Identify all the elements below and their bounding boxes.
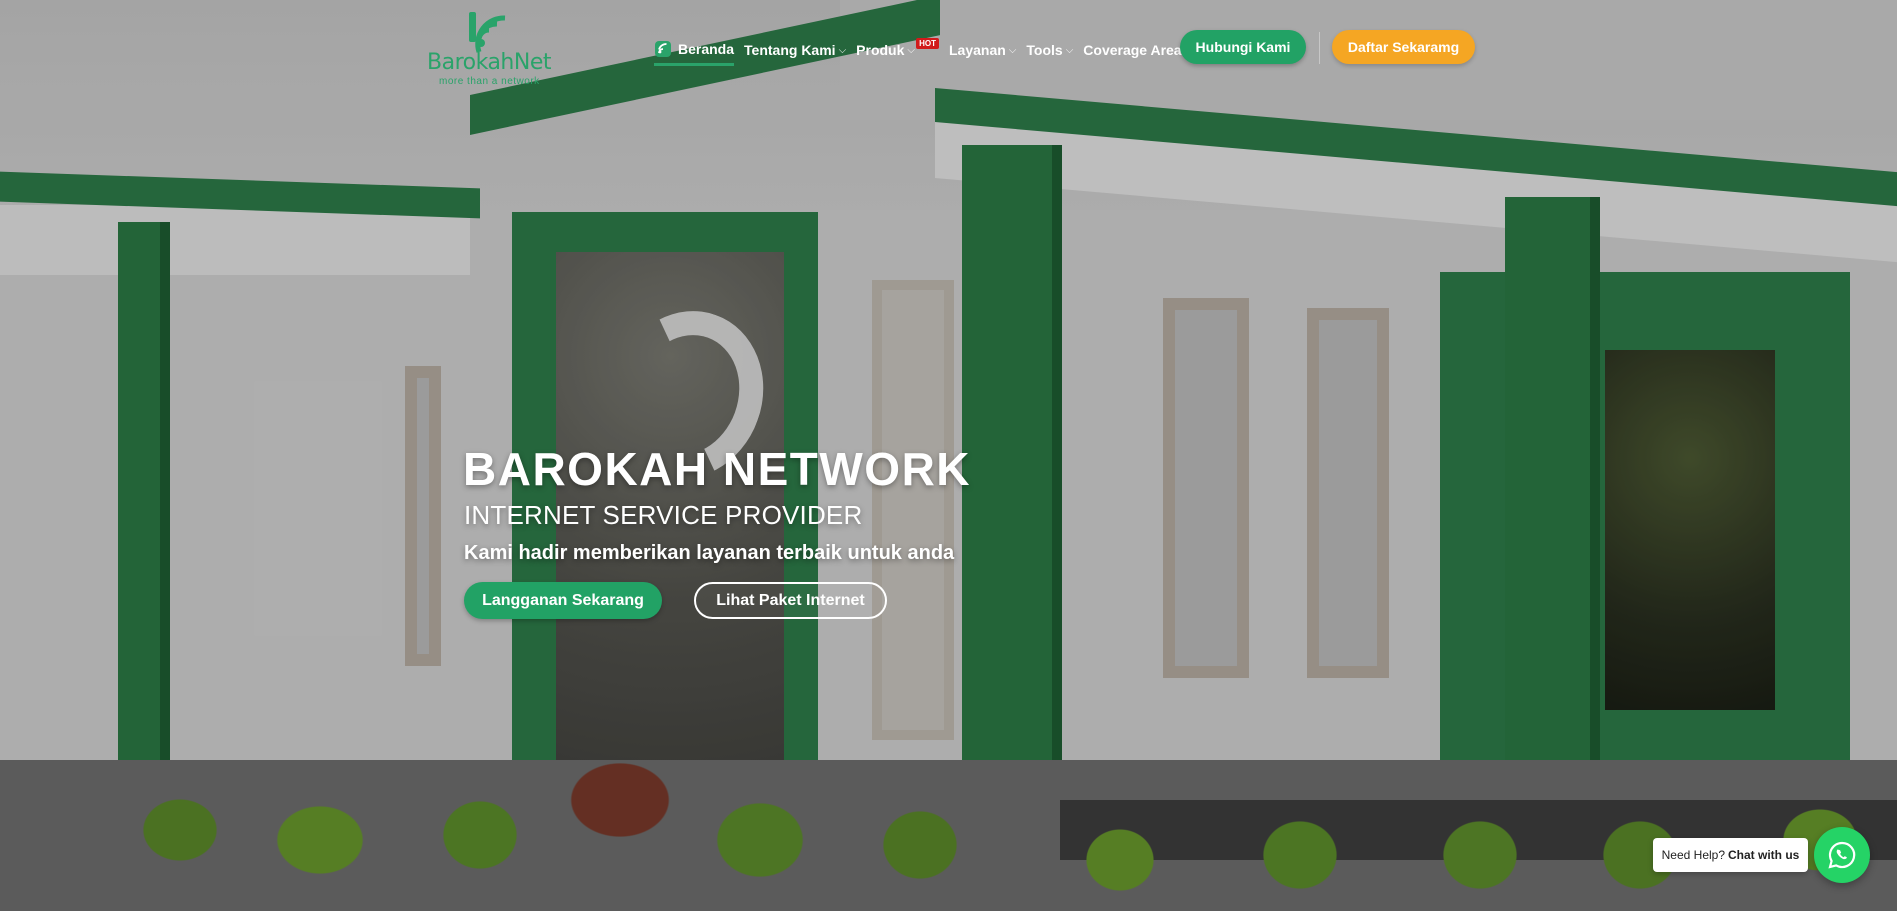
nav-item-beranda[interactable]: Beranda — [654, 34, 735, 66]
contact-button[interactable]: Hubungi Kami — [1180, 30, 1306, 64]
nav-label: Tentang Kami — [744, 42, 836, 58]
hero-subtitle: INTERNET SERVICE PROVIDER — [464, 500, 863, 530]
register-button[interactable]: Daftar Sekaramg — [1332, 30, 1475, 64]
whatsapp-icon — [1828, 841, 1856, 869]
chevron-down-icon: ⌵ — [1008, 44, 1017, 56]
nav-item-layanan[interactable]: Layanan ⌵ — [949, 34, 1016, 66]
main-menu: Beranda Tentang Kami ⌵ Produk ⌵ HOT Laya… — [654, 34, 1192, 66]
brand-name: BarokahNet — [427, 50, 552, 75]
wifi-home-icon — [655, 40, 671, 57]
nav-item-coverage-area[interactable]: Coverage Area — [1083, 34, 1181, 66]
hot-badge: HOT — [916, 38, 939, 49]
nav-label: Coverage Area — [1083, 42, 1182, 58]
help-prefix: Need Help? — [1661, 848, 1726, 862]
subscribe-button[interactable]: Langganan Sekarang — [464, 582, 662, 619]
brand-tagline: more than a network — [439, 76, 540, 87]
chevron-down-icon: ⌵ — [907, 44, 915, 56]
nav-item-tentang-kami[interactable]: Tentang Kami ⌵ — [744, 34, 846, 66]
hero-title: BAROKAH NETWORK — [463, 443, 972, 495]
wifi-logo-icon — [469, 12, 506, 53]
help-chat-box[interactable]: Need Help? Chat with us — [1653, 838, 1808, 872]
help-action: Chat with us — [1728, 848, 1800, 862]
chevron-down-icon: ⌵ — [838, 44, 847, 56]
whatsapp-button[interactable] — [1814, 827, 1870, 883]
brand-logo[interactable]: BarokahNet more than a network — [427, 10, 567, 87]
nav-label: Produk — [856, 42, 905, 58]
view-packages-button[interactable]: Lihat Paket Internet — [694, 582, 887, 619]
nav-item-produk[interactable]: Produk ⌵ HOT — [856, 34, 939, 66]
nav-divider — [1319, 32, 1320, 64]
hero-tagline: Kami hadir memberikan layanan terbaik un… — [464, 542, 955, 564]
chevron-down-icon: ⌵ — [1065, 44, 1074, 56]
nav-label: Layanan — [948, 42, 1006, 58]
nav-label: Beranda — [678, 40, 735, 57]
nav-label: Tools — [1026, 42, 1063, 58]
nav-item-tools[interactable]: Tools ⌵ — [1026, 34, 1073, 66]
